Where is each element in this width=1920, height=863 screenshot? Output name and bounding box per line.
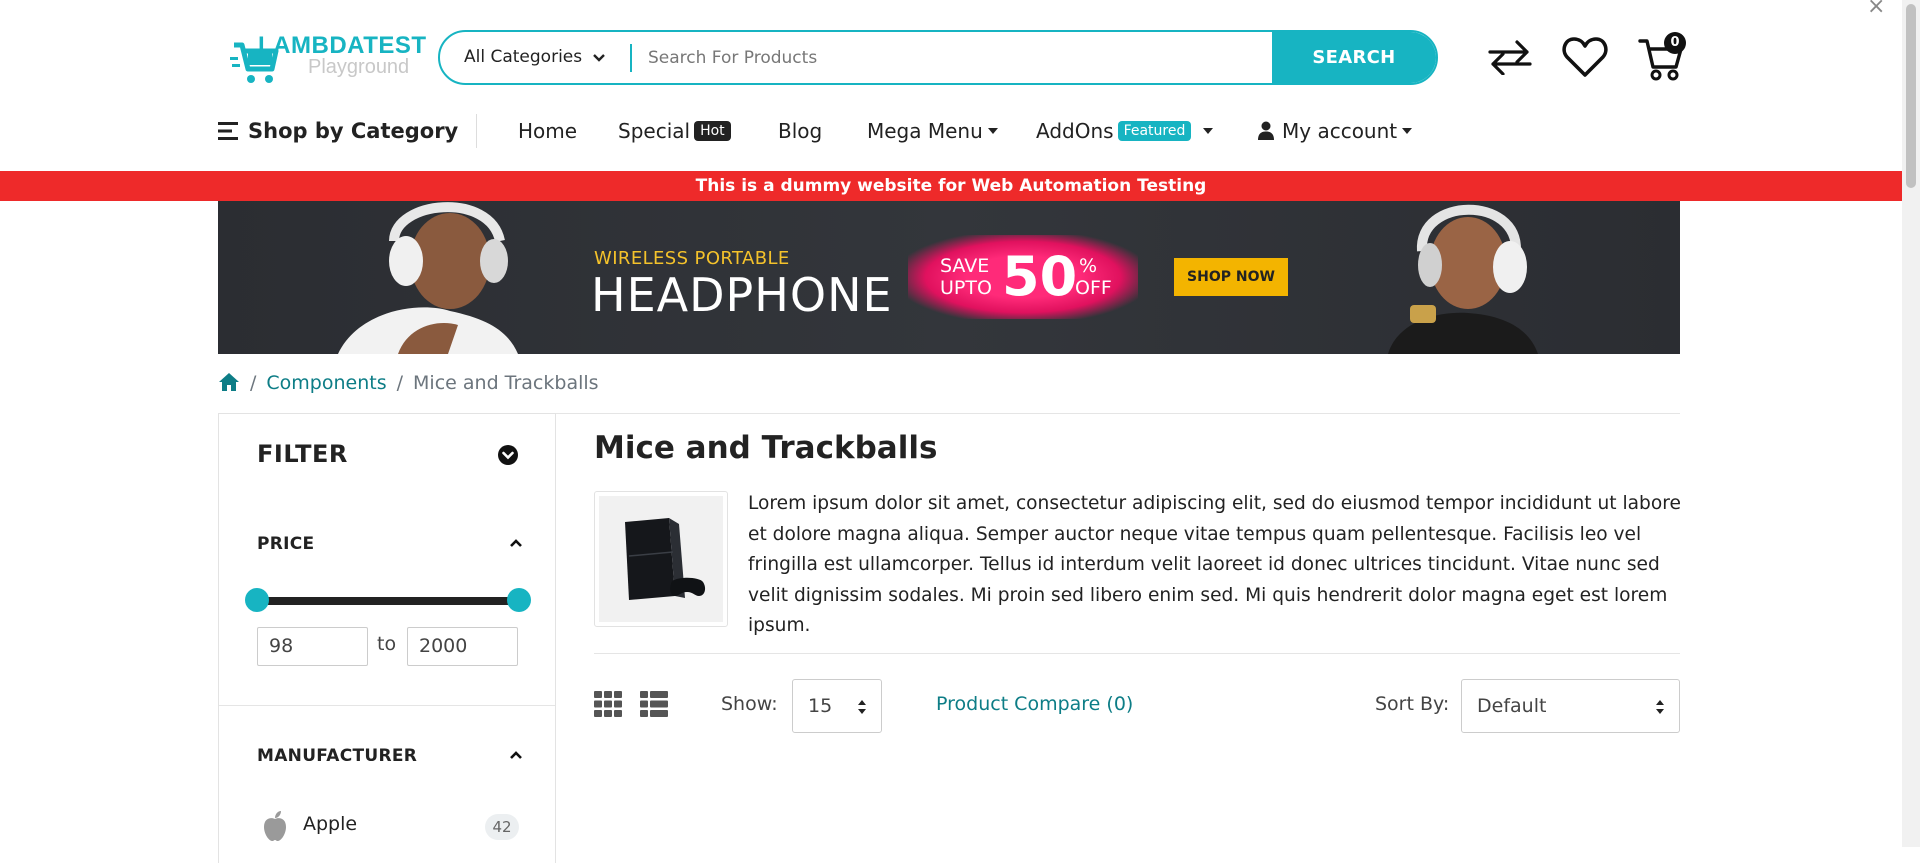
manufacturer-section-title: MANUFACTURER [257,746,418,766]
banner-save-line1: SAVE [940,255,990,277]
apple-logo-icon [264,811,286,841]
site-logo[interactable]: LAMBDATEST Playground [230,29,426,89]
page-scrollbar-thumb[interactable] [1906,4,1916,188]
headphone-model-image-right [1388,204,1538,354]
nav-blog[interactable]: Blog [778,116,822,146]
price-min-input[interactable]: 98 [257,627,368,666]
nav-mega-menu[interactable]: Mega Menu [867,116,998,146]
logo-subtitle: Playground [308,56,410,78]
cart-count-badge: 0 [1664,32,1686,54]
nav-special[interactable]: Special Hot [618,116,731,146]
compare-arrows-icon[interactable] [1487,39,1533,75]
nav-mega-menu-label: Mega Menu [867,119,983,143]
search-button[interactable]: SEARCH [1272,32,1436,83]
price-slider-max-handle[interactable] [507,588,531,612]
breadcrumb-components[interactable]: Components [266,372,386,394]
price-to-label: to [377,633,397,655]
user-icon [1258,121,1274,140]
hot-badge: Hot [694,121,731,141]
banner-discount-badge: SAVE UPTO 50 % OFF [908,235,1138,319]
nav-addons-label: AddOns [1036,119,1114,143]
nav-divider [476,114,477,148]
filter-sidebar: FILTER PRICE 98 to 2000 MANUFACTURER App… [218,413,556,863]
category-description: Lorem ipsum dolor sit amet, consectetur … [748,493,1681,636]
content-divider [594,653,1680,654]
manufacturer-item-apple[interactable]: Apple 42 [261,810,519,844]
shop-by-category-button[interactable]: Shop by Category [218,116,458,146]
category-image [594,491,728,627]
price-section-title: PRICE [257,534,315,554]
search-input[interactable] [646,32,1186,83]
heart-icon[interactable] [1562,36,1608,78]
shop-now-button[interactable]: SHOP NOW [1174,258,1288,296]
manufacturer-count-badge: 42 [485,814,519,840]
search-bar: All Categories SEARCH [438,30,1438,85]
select-updown-icon [858,700,866,714]
nav-my-account-label: My account [1282,119,1398,143]
filter-title: FILTER [257,440,348,468]
breadcrumb-separator: / [396,372,404,394]
search-divider [630,44,632,72]
items-per-page-select[interactable]: 15 [792,679,882,733]
banner-percent: % [1079,255,1098,277]
filter-divider [219,705,555,706]
promo-banner[interactable]: WIRELESS PORTABLE HEADPHONE SAVE UPTO 50… [218,201,1680,354]
breadcrumb-separator: / [250,372,257,394]
caret-down-icon [987,128,998,134]
product-compare-link[interactable]: Product Compare (0) [936,693,1133,715]
list-view-icon[interactable] [640,691,668,717]
home-icon[interactable] [218,372,240,392]
banner-off: OFF [1075,277,1112,299]
search-category-select[interactable]: All Categories [464,32,582,83]
nav-addons[interactable]: AddOns Featured [1036,116,1214,146]
notice-strip: This is a dummy website for Web Automati… [0,171,1902,201]
page-title: Mice and Trackballs [594,430,938,466]
sort-by-label: Sort By: [1375,693,1450,715]
breadcrumb: / Components / Mice and Trackballs [218,371,599,395]
game-console-image [625,518,706,600]
manufacturer-name: Apple [303,813,358,835]
breadcrumb-current: Mice and Trackballs [413,372,599,394]
shop-by-category-label: Shop by Category [248,119,459,143]
banner-subtitle: WIRELESS PORTABLE [594,248,790,269]
price-max-input[interactable]: 2000 [407,627,518,666]
content-top-border [556,413,1680,414]
chevron-circle-down-icon[interactable] [497,444,519,466]
banner-discount-value: 50 [1002,245,1078,308]
sort-by-value: Default [1477,695,1547,717]
caret-down-icon [1203,128,1214,134]
price-slider-min-handle[interactable] [245,588,269,612]
select-updown-icon [1656,700,1664,714]
nav-home[interactable]: Home [518,116,577,146]
items-per-page-value: 15 [808,695,833,717]
featured-badge: Featured [1117,121,1192,141]
chevron-up-icon[interactable] [509,749,523,761]
nav-my-account[interactable]: My account [1258,116,1413,146]
banner-percent-off: % OFF [1075,255,1112,299]
chevron-down-icon [593,54,605,62]
caret-down-icon [1402,128,1413,134]
close-icon[interactable]: × [1867,0,1885,19]
show-label: Show: [721,693,778,715]
nav-special-label: Special [618,119,691,143]
chevron-up-icon[interactable] [509,537,523,549]
banner-save-text: SAVE UPTO [940,255,992,299]
headphone-model-image-left [338,202,518,354]
price-slider-track[interactable] [257,597,519,605]
grid-view-icon[interactable] [594,691,622,717]
banner-title: HEADPHONE [591,268,893,322]
banner-save-line2: UPTO [940,277,992,299]
sort-by-select[interactable]: Default [1461,679,1680,733]
menu-icon [218,122,238,140]
